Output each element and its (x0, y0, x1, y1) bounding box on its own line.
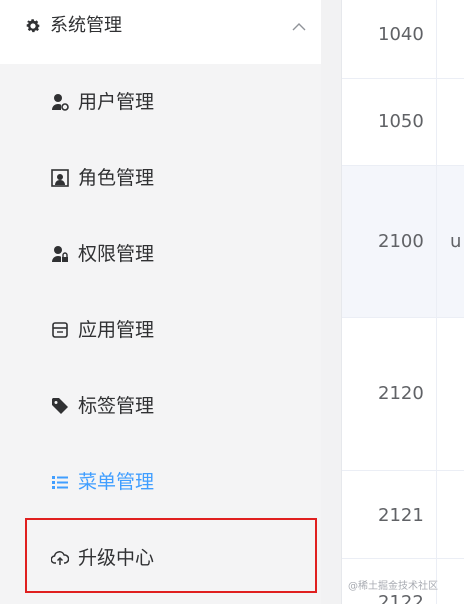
user-settings-icon (51, 93, 69, 111)
menu-item-role-management[interactable]: 角色管理 (0, 140, 321, 216)
menu-item-label: 升级中心 (78, 547, 155, 569)
table-row[interactable]: 2121 (342, 471, 464, 559)
gear-icon (24, 17, 42, 35)
cloud-upload-icon (50, 549, 70, 567)
cell-id: 2122 (378, 592, 424, 604)
table-row[interactable]: 1050 (342, 79, 464, 166)
menu-item-user-management[interactable]: 用户管理 (0, 64, 321, 140)
table-row[interactable]: 2120 (342, 318, 464, 471)
user-lock-icon (51, 245, 69, 263)
submenu-title-label: 系统管理 (50, 15, 122, 36)
table-row[interactable]: 2100 u (342, 166, 464, 318)
cell-id: 2121 (378, 505, 424, 526)
menu-item-label: 用户管理 (78, 91, 155, 113)
cell-id: 2100 (378, 231, 424, 252)
cell-value: u (450, 231, 462, 252)
submenu-system-management[interactable]: 系统管理 (0, 0, 321, 64)
role-card-icon (51, 169, 69, 187)
table-row[interactable]: 1040 (342, 0, 464, 79)
menu-item-upgrade-center[interactable]: 升级中心 (0, 520, 321, 596)
sidebar-menu: 系统管理 用户管理 角色管理 权限管理 应用管理 标签管理 菜单管理 升级中心 (0, 0, 321, 604)
layout-gap (321, 0, 341, 604)
app-window-icon (51, 321, 69, 339)
watermark: @稀土掘金技术社区 (348, 581, 438, 592)
menu-item-tag-management[interactable]: 标签管理 (0, 368, 321, 444)
menu-item-permission-management[interactable]: 权限管理 (0, 216, 321, 292)
menu-item-label: 应用管理 (78, 319, 155, 341)
chevron-up-icon (291, 18, 307, 31)
data-table: 1040 1050 2100 u 2120 2121 2122 (342, 0, 464, 604)
menu-item-label: 标签管理 (78, 395, 155, 417)
tag-icon (51, 397, 69, 415)
list-icon (51, 473, 69, 491)
cell-id: 1040 (378, 24, 424, 45)
menu-item-menu-management[interactable]: 菜单管理 (0, 444, 321, 520)
cell-id: 2120 (378, 383, 424, 404)
cell-id: 1050 (378, 111, 424, 132)
column-divider (436, 0, 437, 604)
menu-item-label: 角色管理 (78, 167, 155, 189)
menu-item-label: 权限管理 (78, 243, 155, 265)
menu-item-app-management[interactable]: 应用管理 (0, 292, 321, 368)
menu-item-label: 菜单管理 (78, 471, 155, 493)
